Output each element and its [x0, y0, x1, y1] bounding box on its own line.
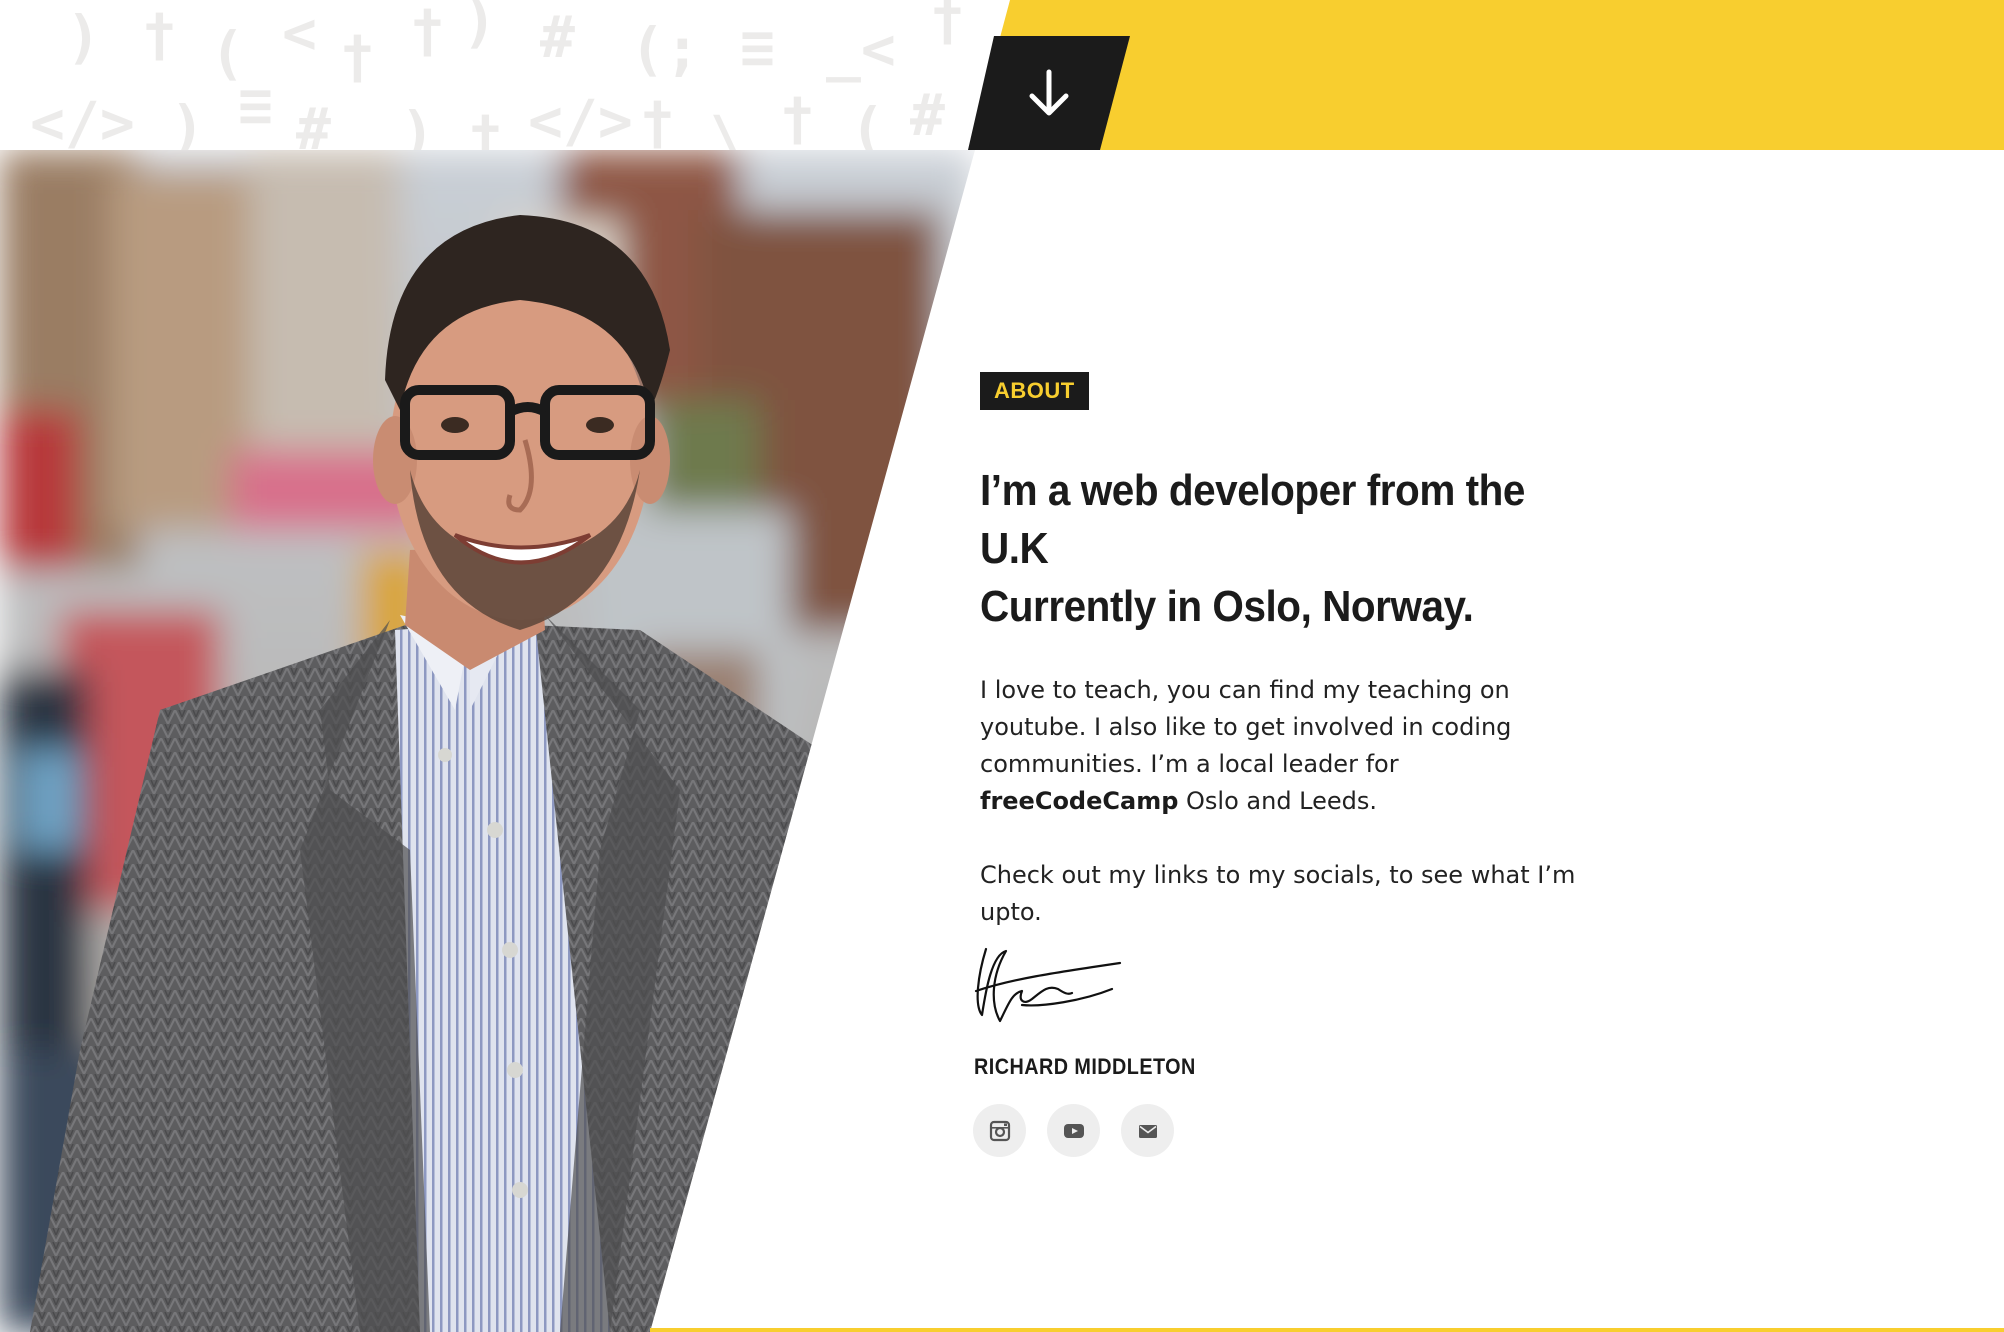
- pattern-glyph: _<: [826, 15, 896, 83]
- pattern-glyph: (;: [630, 15, 700, 83]
- pattern-glyph: ): [400, 99, 435, 150]
- pattern-glyph: </>: [528, 87, 633, 150]
- pattern-glyph: †: [780, 85, 815, 150]
- pattern-glyph: †: [410, 0, 445, 65]
- about-headline: I’m a web developer from the U.K Current…: [980, 462, 1569, 636]
- instagram-icon: [989, 1120, 1010, 1141]
- code-symbol-pattern: ) † ( < † † ) # (; ≡ _< † ≡ </> ) # ) † …: [0, 0, 1010, 150]
- pattern-glyph: \: [710, 103, 745, 150]
- pattern-glyph: (: [850, 95, 885, 150]
- pattern-glyph: #: [296, 95, 331, 150]
- social-links: [973, 1104, 1174, 1157]
- pattern-glyph: ≡: [740, 13, 775, 81]
- pattern-glyph: ): [66, 3, 101, 71]
- email-link[interactable]: [1121, 1104, 1174, 1157]
- headline-line-1: I’m a web developer from the U.K: [980, 466, 1525, 573]
- instagram-link[interactable]: [973, 1104, 1026, 1157]
- pattern-glyph: ≡: [238, 71, 273, 139]
- arrow-down-icon: [1029, 69, 1069, 116]
- pattern-glyph: <: [282, 0, 317, 67]
- freecodecamp-mention: freeCodeCamp: [980, 787, 1179, 815]
- about-label: ABOUT: [980, 372, 1089, 410]
- portrait-image: [0, 150, 975, 1332]
- signature-name: RICHARD MIDDLETON: [974, 1054, 1196, 1079]
- handwritten-signature: [974, 947, 1122, 1023]
- pattern-glyph: †: [468, 103, 503, 150]
- bio-paragraph-2: Check out my links to my socials, to see…: [980, 861, 1576, 926]
- portrait-photo: [0, 150, 975, 1332]
- email-icon: [1138, 1124, 1157, 1138]
- bottom-accent-line: [650, 1328, 2004, 1332]
- pattern-glyph: #: [540, 3, 575, 71]
- youtube-link[interactable]: [1047, 1104, 1100, 1157]
- pattern-glyph: †: [640, 89, 675, 150]
- pattern-glyph: #: [910, 81, 945, 149]
- pattern-glyph: †: [340, 23, 375, 91]
- about-bio: I love to teach, you can find my teachin…: [980, 672, 1580, 931]
- pattern-glyph: †: [142, 1, 177, 69]
- pattern-glyph: †: [930, 0, 965, 53]
- bio-paragraph-1: I love to teach, you can find my teachin…: [980, 672, 1580, 820]
- bio-text: I love to teach, you can find my teachin…: [980, 676, 1512, 778]
- about-section: ABOUT I’m a web developer from the U.K C…: [980, 372, 1580, 931]
- pattern-glyph: ): [462, 0, 497, 55]
- pattern-glyph: ): [170, 93, 205, 150]
- bio-text: Oslo and Leeds.: [1178, 787, 1378, 815]
- youtube-icon: [1063, 1123, 1084, 1138]
- headline-line-2: Currently in Oslo, Norway.: [980, 582, 1474, 631]
- pattern-glyph: </>: [30, 89, 135, 150]
